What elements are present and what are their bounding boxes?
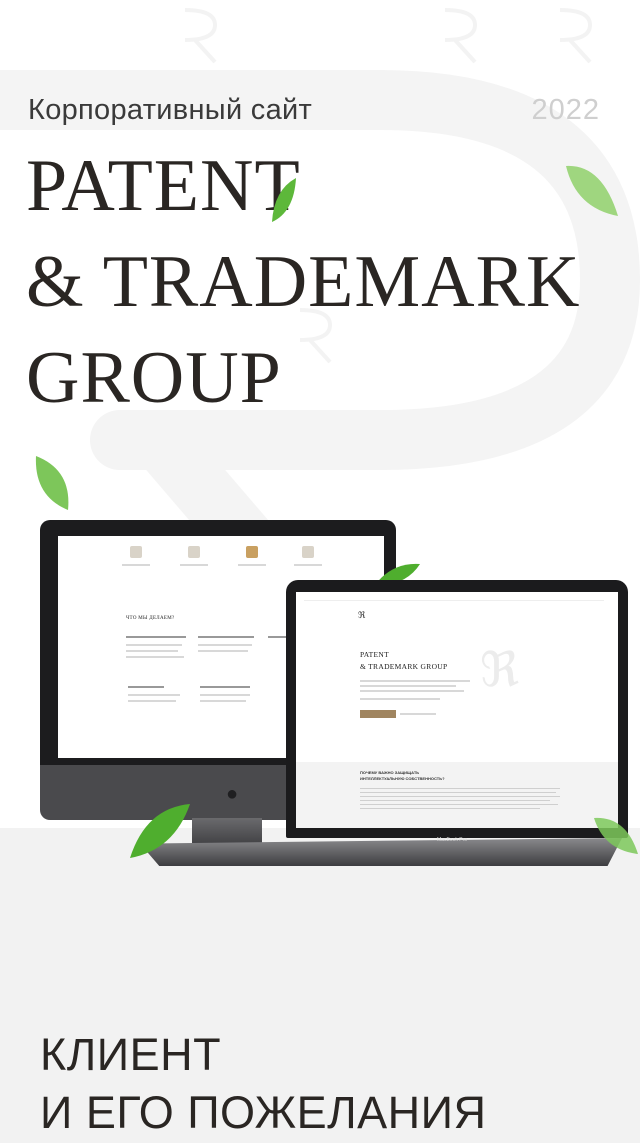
laptop-model-label: MacBook Pro <box>437 837 468 843</box>
text-line <box>122 564 150 566</box>
laptop-section-title-2: ИНТЕЛЛЕКТУАЛЬНУЮ СОБСТВЕННОСТЬ? <box>360 776 445 781</box>
text-line <box>198 650 248 652</box>
service-icon <box>302 546 314 558</box>
service-icon <box>130 546 142 558</box>
leaf-icon <box>130 804 190 858</box>
text-line <box>360 800 550 801</box>
footer-title: КЛИЕНТ И ЕГО ПОЖЕЛАНИЯ <box>40 1026 487 1142</box>
brand-line-2: & TRADEMARK <box>26 241 581 323</box>
mini-logo-icon: ℜ <box>358 610 366 620</box>
text-line <box>360 685 456 687</box>
laptop-section-title-1: ПОЧЕМУ ВАЖНО ЗАЩИЩАТЬ <box>360 770 420 775</box>
project-year: 2022 <box>531 94 600 126</box>
brand-title: PATENT & TRADEMARK GROUP <box>26 138 580 426</box>
text-line <box>360 808 540 809</box>
text-line <box>128 700 176 702</box>
text-line <box>360 690 464 692</box>
leaf-icon <box>594 817 638 854</box>
footer-line-1: КЛИЕНТ <box>40 1029 222 1080</box>
brand-line-3: GROUP <box>26 337 282 419</box>
cta-button[interactable] <box>360 710 396 718</box>
text-line <box>200 700 246 702</box>
text-line <box>304 600 604 601</box>
service-icon <box>188 546 200 558</box>
laptop-site-title-1: PATENT <box>360 650 390 659</box>
text-line <box>198 636 254 638</box>
text-line <box>126 644 182 646</box>
text-line <box>126 636 186 638</box>
service-icon <box>246 546 258 558</box>
text-line <box>238 564 266 566</box>
text-line <box>360 796 560 797</box>
text-line <box>128 686 164 688</box>
text-line <box>360 804 558 805</box>
mini-watermark-icon: ℜ <box>480 644 520 697</box>
project-type: Корпоративный сайт <box>28 94 313 126</box>
apple-logo-icon: ● <box>226 783 239 805</box>
text-line <box>198 644 252 646</box>
laptop-screen: ℜ PATENT & TRADEMARK GROUP ℜ ПОЧЕМУ ВАЖН… <box>296 592 618 828</box>
text-line <box>360 698 440 700</box>
text-line <box>360 680 470 682</box>
text-line <box>126 650 178 652</box>
leaf-icon <box>566 165 618 216</box>
text-line <box>296 762 618 828</box>
text-line <box>180 564 208 566</box>
text-line <box>128 694 180 696</box>
text-line <box>294 564 322 566</box>
imac-section-title: ЧТО МЫ ДЕЛАЕМ? <box>126 616 175 621</box>
text-line <box>360 788 560 789</box>
text-line <box>400 713 436 715</box>
brand-line-1: PATENT <box>26 145 301 227</box>
text-line <box>200 686 250 688</box>
footer-line-2: И ЕГО ПОЖЕЛАНИЯ <box>40 1087 487 1138</box>
leaf-icon <box>35 456 69 510</box>
laptop-site-title-2: & TRADEMARK GROUP <box>360 662 448 671</box>
text-line <box>126 656 184 658</box>
text-line <box>360 792 556 793</box>
leaf-icon <box>272 178 296 222</box>
text-line <box>200 694 250 696</box>
